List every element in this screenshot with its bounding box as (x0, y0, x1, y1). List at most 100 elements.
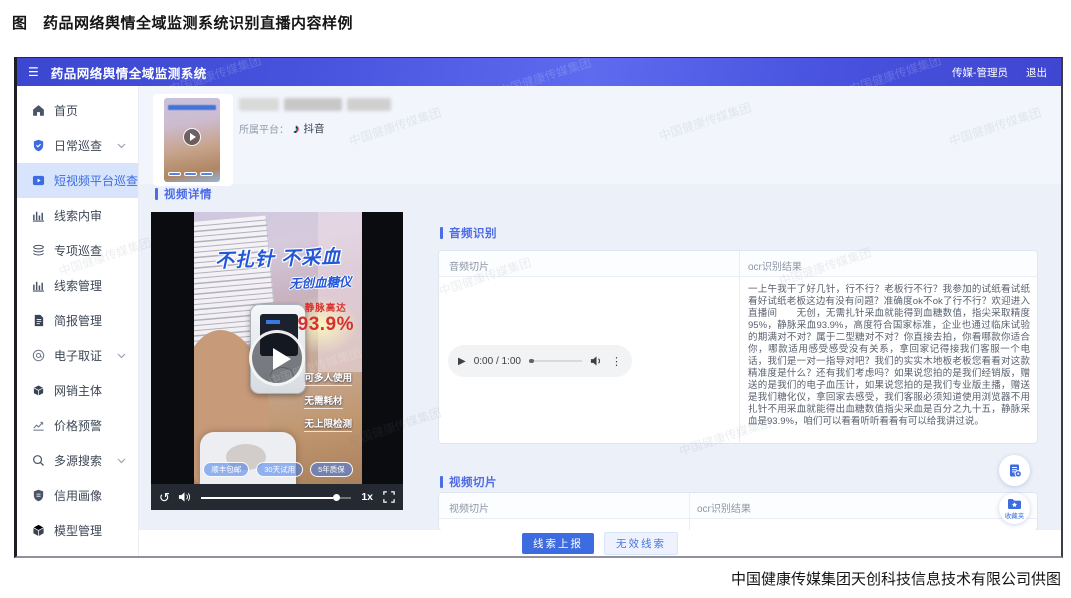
fullscreen-icon[interactable] (383, 491, 395, 503)
slider-knob[interactable] (333, 494, 340, 501)
overlay-subtitle: 无创血糖仪 (289, 271, 352, 292)
platform-name: 抖音 (304, 121, 325, 136)
col-ocr-result: ocr识别结果 (748, 258, 802, 273)
favorites-button[interactable]: 收藏夹 (999, 493, 1030, 524)
accuracy-value: 93.9% (298, 314, 354, 336)
sidebar-item-label: 网销主体 (54, 382, 102, 399)
page: 图 药品网络舆情全域监测系统识别直播内容样例 中国健康传媒集团 中国健康传媒集团… (0, 0, 1071, 598)
col-audio-slice: 音频切片 (449, 258, 489, 273)
folder-star-icon (1007, 498, 1022, 510)
section-video-detail: 视频详情 (155, 186, 212, 202)
audio-table-header: 音频切片 ocr识别结果 (439, 251, 1037, 277)
sidebar-item-short-video-patrol[interactable]: 短视频平台巡查 (17, 163, 138, 198)
main-content: 所属平台： ♪ 抖音 视频详情 (139, 86, 1061, 556)
app-window: 中国健康传媒集团 中国健康传媒集团 中国健康传媒集团 中国健康传媒集团 中国健康… (14, 57, 1063, 558)
replay-icon[interactable]: ↺ (159, 491, 170, 504)
figure-title: 图 药品网络舆情全域监测系统识别直播内容样例 (12, 12, 353, 33)
chevron-down-icon (117, 458, 126, 464)
video-info-card (153, 94, 233, 186)
home-icon (32, 104, 45, 117)
app-title: 药品网络舆情全域监测系统 (51, 63, 207, 82)
audio-recognition-table: 音频切片 ocr识别结果 ▶ 0:00 / 1:00 ⋮ 一上午我干了好几针，行… (438, 250, 1038, 444)
volume-icon[interactable] (178, 491, 191, 503)
feature-list: 可多人使用 无需耗材 无上限检测 (304, 370, 352, 439)
sidebar-item-credit-profile[interactable]: 信用画像 (17, 478, 138, 513)
box-icon (32, 384, 45, 397)
sidebar-item-label: 电子取证 (54, 347, 102, 364)
col-ocr-result: ocr识别结果 (697, 500, 751, 515)
platform-row: 所属平台： ♪ 抖音 (239, 121, 325, 136)
audio-player[interactable]: ▶ 0:00 / 1:00 ⋮ (448, 345, 632, 377)
logout-button[interactable]: 退出 (1026, 65, 1047, 80)
badge: 顺丰包邮 (203, 462, 249, 477)
sidebar-item-label: 模型管理 (54, 522, 102, 539)
sidebar-item-clue-management[interactable]: 线索管理 (17, 268, 138, 303)
video-table-header: 视频切片 ocr识别结果 (439, 493, 1037, 519)
column-divider (739, 251, 740, 443)
sidebar-item-clue-review[interactable]: 线索内审 (17, 198, 138, 233)
badge-row: 顺丰包邮 30天试用 5年质保 (194, 462, 362, 477)
play-icon (183, 128, 201, 146)
sidebar-item-label: 线索管理 (54, 277, 102, 294)
platform-label: 所属平台： (239, 121, 289, 136)
video-slice-table: 视频切片 ocr识别结果 (438, 492, 1038, 531)
sidebar-item-label: 价格预警 (54, 417, 102, 434)
audio-progress[interactable] (529, 360, 582, 362)
audio-menu-icon[interactable]: ⋮ (611, 355, 622, 368)
audio-time: 0:00 / 1:00 (474, 356, 521, 367)
player-controls: ↺ 1x (151, 484, 403, 510)
current-user[interactable]: 传媒-管理员 (952, 65, 1008, 80)
playback-speed[interactable]: 1x (361, 491, 373, 503)
sidebar-item-label: 专项巡查 (54, 242, 102, 259)
shield-icon (32, 139, 45, 152)
chevron-down-icon (117, 353, 126, 359)
audio-play-icon[interactable]: ▶ (458, 356, 466, 367)
sidebar-item-e-forensics[interactable]: 电子取证 (17, 338, 138, 373)
sidebar-item-label: 线索内审 (54, 207, 102, 224)
bar-chart-icon (32, 209, 45, 222)
sidebar-item-model-management[interactable]: 模型管理 (17, 513, 138, 548)
video-thumbnail[interactable] (164, 98, 220, 182)
favorites-label: 收藏夹 (1005, 510, 1025, 520)
ocr-result-text: 一上午我干了好几针，行不行？老板行不行？我参加的试纸看试纸看好试纸老板这边有没有… (748, 284, 1030, 428)
clipboard-report-icon (1007, 463, 1023, 479)
sidebar-item-home[interactable]: 首页 (17, 93, 138, 128)
sidebar-item-label: 多源搜索 (54, 452, 102, 469)
feature-item: 无需耗材 (304, 393, 342, 409)
feature-item: 无上限检测 (304, 416, 352, 432)
audio-volume-icon[interactable] (590, 355, 603, 367)
search-icon (32, 454, 45, 467)
sidebar-item-multi-source-search[interactable]: 多源搜索 (17, 443, 138, 478)
sidebar-item-special-patrol[interactable]: 专项巡查 (17, 233, 138, 268)
menu-icon[interactable]: ☰ (28, 66, 39, 78)
badge: 30天试用 (256, 462, 303, 477)
sidebar-item-label: 首页 (54, 102, 78, 119)
sidebar-item-price-alert[interactable]: 价格预警 (17, 408, 138, 443)
document-icon (32, 314, 45, 327)
report-clue-button[interactable]: 线索上报 (522, 533, 594, 554)
column-divider (689, 493, 690, 530)
cube-icon (32, 524, 45, 537)
chevron-down-icon (117, 143, 126, 149)
sidebar: 首页 日常巡查 短视频平台巡查 线索内审 专项巡查 (17, 86, 139, 556)
sidebar-item-label: 信用画像 (54, 487, 102, 504)
video-player: 不扎针 不采血 无创血糖仪 静脉高达 93.9% 可多人使用 无需耗材 无上限检… (151, 212, 403, 510)
feature-item: 可多人使用 (304, 370, 352, 386)
report-shortcut-button[interactable] (999, 455, 1030, 486)
sidebar-item-daily-patrol[interactable]: 日常巡查 (17, 128, 138, 163)
accuracy-label: 静脉高达 (298, 300, 354, 314)
sidebar-item-briefing-management[interactable]: 简报管理 (17, 303, 138, 338)
at-circle-icon (32, 349, 45, 362)
invalid-clue-button[interactable]: 无效线索 (604, 532, 678, 555)
video-icon (32, 174, 45, 187)
progress-slider[interactable] (201, 492, 351, 502)
sidebar-item-label: 短视频平台巡查 (54, 172, 138, 189)
col-video-slice: 视频切片 (449, 500, 489, 515)
layers-icon (32, 244, 45, 257)
bar-chart-icon (32, 279, 45, 292)
figure-credit: 中国健康传媒集团天创科技信息技术有限公司供图 (731, 568, 1061, 589)
sidebar-item-online-sellers[interactable]: 网销主体 (17, 373, 138, 408)
redacted-video-title (239, 98, 391, 111)
play-button[interactable] (249, 330, 305, 386)
badge: 5年质保 (310, 462, 353, 477)
